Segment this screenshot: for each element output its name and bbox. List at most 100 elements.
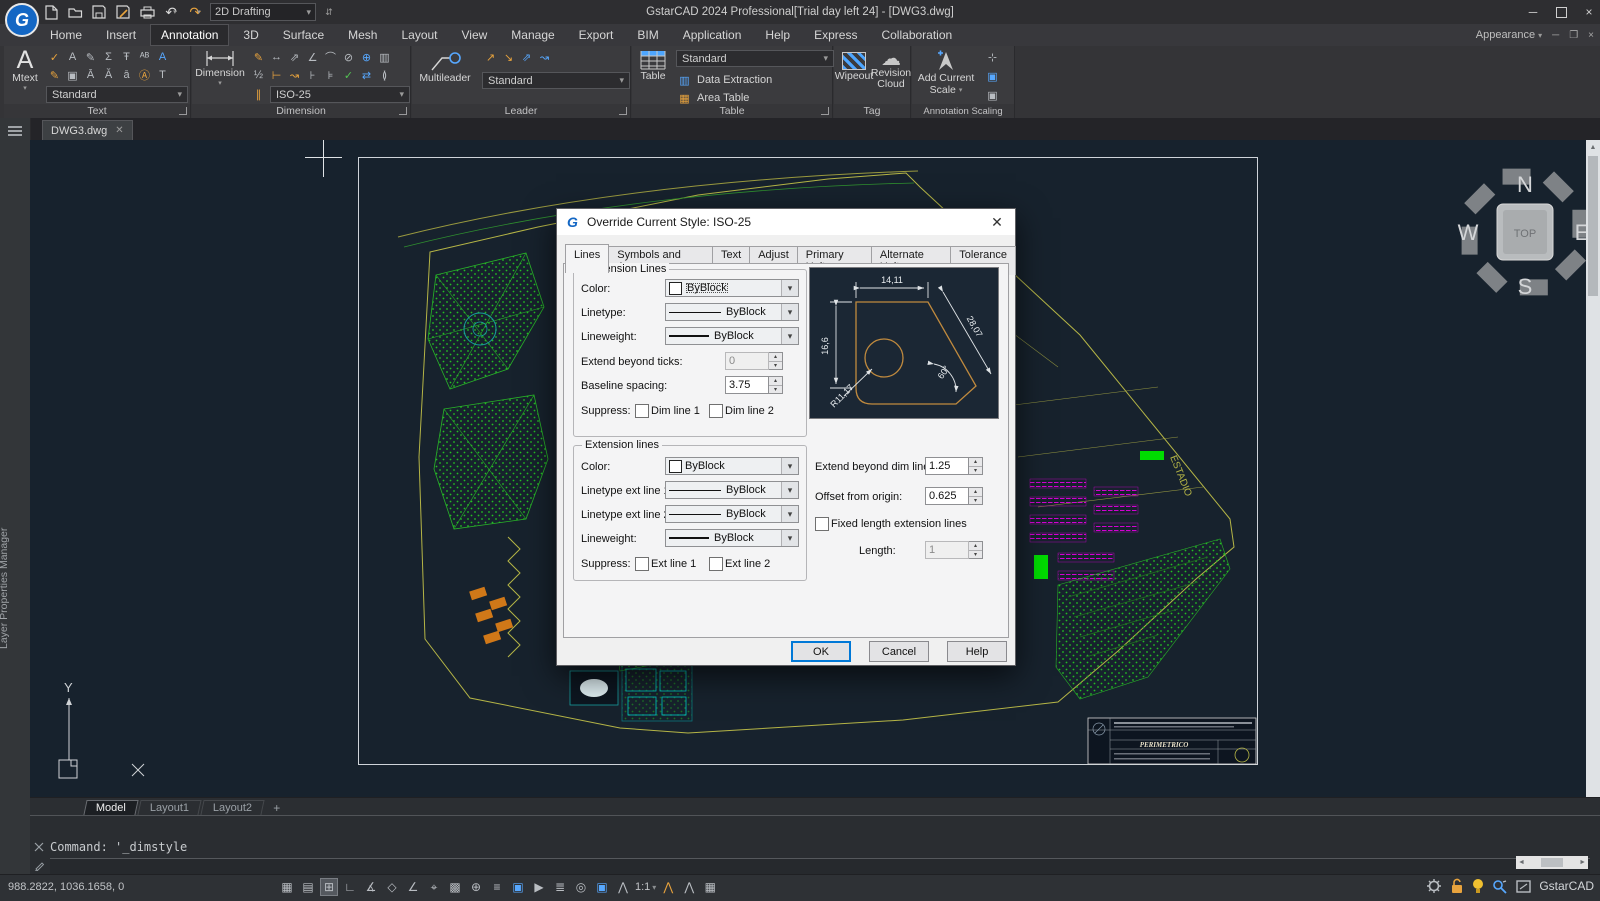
suppress-ext-line-2-checkbox[interactable] [709, 557, 723, 571]
customize-quick-access-icon[interactable]: ⇵ [322, 3, 340, 21]
canvas-vertical-scrollbar[interactable]: ▲ ▼ [1586, 140, 1600, 853]
spinner-buttons[interactable] [969, 541, 983, 559]
settings-gear-icon[interactable] [1426, 878, 1442, 894]
remove-leader-icon[interactable]: ↘ [500, 49, 517, 65]
menu-tab-help[interactable]: Help [755, 25, 800, 45]
object-snap-tracking-icon[interactable]: ∠ [404, 878, 422, 896]
compass-north[interactable]: N [1517, 172, 1533, 197]
redo-icon[interactable]: ↷ ▾ [186, 3, 204, 21]
dimension-button[interactable]: Dimension ▾ [195, 50, 245, 87]
jog-line-icon[interactable]: ↝ [286, 67, 303, 83]
layer-settings-icon[interactable]: ≣ [551, 878, 569, 896]
scroll-up-icon[interactable]: ▲ [1586, 140, 1600, 154]
revision-cloud-button[interactable]: ☁ Revision Cloud [871, 49, 911, 90]
offset-from-origin-field[interactable]: 0.625 [925, 487, 983, 505]
ext-line-1-linetype-combo[interactable]: ByBlock [665, 481, 799, 499]
close-icon[interactable]: × [1582, 5, 1596, 19]
layout-tab-layout1[interactable]: Layout1 [137, 800, 202, 815]
edit-text-icon[interactable]: ✎ [82, 49, 99, 65]
dimension-dialog-launcher-icon[interactable] [399, 107, 407, 115]
spell-check-icon[interactable]: ✓ [46, 49, 63, 65]
scroll-right-icon[interactable]: ► [1579, 859, 1586, 866]
diameter-dimension-icon[interactable]: ⊕ [358, 49, 375, 65]
menu-tab-mesh[interactable]: Mesh [338, 25, 387, 45]
appearance-dropdown[interactable]: Appearance [1476, 29, 1542, 41]
help-button[interactable]: Help [947, 641, 1007, 662]
selection-cycling-icon[interactable]: ▶ [530, 878, 548, 896]
dimension-style-dropdown[interactable]: ISO-25 [270, 86, 410, 103]
add-current-scale-button[interactable]: Add Current Scale ▾ [914, 50, 978, 96]
dimension-matrix-icon[interactable]: ▥ [376, 49, 393, 65]
auto-add-scales-icon[interactable]: ⋀ [659, 878, 677, 896]
wipeout-button[interactable]: Wipeout [835, 52, 873, 82]
spinner-buttons[interactable] [769, 352, 783, 370]
save-icon[interactable] [90, 3, 108, 21]
multileader-button[interactable]: Multileader [416, 50, 474, 84]
app-logo-icon[interactable]: G [5, 3, 39, 37]
table-style-dropdown[interactable]: Standard [676, 50, 834, 67]
extend-beyond-dim-lines-field[interactable]: 1.25 [925, 457, 983, 475]
unlock-icon[interactable] [1450, 878, 1464, 894]
isometric-drafting-icon[interactable]: ◇ [383, 878, 401, 896]
annotation-scale-icon[interactable]: ⋀ [614, 878, 632, 896]
dimstyle-check-icon[interactable]: ✓ [340, 67, 357, 83]
scrollbar-thumb[interactable] [1541, 858, 1563, 867]
grid-display-icon[interactable]: ▦ [278, 878, 296, 896]
document-tab[interactable]: DWG3.dwg ✕ [42, 120, 133, 140]
table-dialog-launcher-icon[interactable] [821, 107, 829, 115]
ext-line-lineweight-combo[interactable]: ByBlock [665, 529, 799, 547]
continue-dimension-icon[interactable]: ⊦ [304, 67, 321, 83]
object-snap-icon[interactable]: ⌖ [425, 878, 443, 896]
fixed-length-extension-checkbox[interactable] [815, 517, 829, 531]
leader-style-dropdown[interactable]: Standard [482, 72, 630, 89]
break-dimension-icon[interactable]: ≬ [376, 67, 393, 83]
menu-tab-application[interactable]: Application [673, 25, 752, 45]
menu-tab-export[interactable]: Export [569, 25, 624, 45]
stack-text-icon[interactable]: Ā [82, 67, 99, 83]
document-close-icon[interactable]: ✕ [115, 125, 123, 136]
ok-button[interactable]: OK [791, 641, 851, 662]
field-icon[interactable]: ▣ [64, 67, 81, 83]
mtext-button[interactable]: A Mtext ▾ [8, 48, 42, 93]
maximize-icon[interactable] [1554, 5, 1568, 19]
add-layout-button[interactable]: + [265, 801, 288, 815]
command-input[interactable] [50, 858, 1590, 875]
spinner-buttons[interactable] [969, 457, 983, 475]
update-dimension-icon[interactable]: ⇄ [358, 67, 375, 83]
tolerance-icon[interactable]: ½ [250, 67, 267, 83]
compass-west[interactable]: W [1458, 220, 1479, 245]
menu-tab-layout[interactable]: Layout [391, 25, 447, 45]
text-frame-icon[interactable]: T [154, 67, 171, 83]
menu-tab-3d[interactable]: 3D [233, 25, 268, 45]
layout-tab-model[interactable]: Model [83, 800, 139, 815]
palette-menu-icon[interactable] [8, 126, 22, 128]
dialog-close-icon[interactable]: ✕ [987, 214, 1007, 231]
numbering-icon[interactable]: Ă [100, 67, 117, 83]
oblique-dimension-icon[interactable]: ∥ [250, 86, 267, 102]
doc-close-icon[interactable]: × [1588, 30, 1594, 41]
add-leader-icon[interactable]: ↗ [482, 49, 499, 65]
clean-screen-icon[interactable] [1516, 879, 1532, 893]
grid-major-icon[interactable]: ▤ [299, 878, 317, 896]
hardware-acceleration-icon[interactable]: ▣ [593, 878, 611, 896]
ext-line-2-linetype-combo[interactable]: ByBlock [665, 505, 799, 523]
doc-restore-icon[interactable]: ❐ [1569, 30, 1578, 41]
spinner-buttons[interactable] [769, 376, 783, 394]
dialog-title-bar[interactable]: G Override Current Style: ISO-25 ✕ [557, 209, 1015, 235]
transparency-icon[interactable]: ▩ [446, 878, 464, 896]
center-snap-icon[interactable]: ⊕ [467, 878, 485, 896]
view-cube[interactable]: TOP N S W E [1455, 162, 1586, 302]
save-as-icon[interactable] [114, 3, 132, 21]
arc-length-dimension-icon[interactable]: ⌒ [322, 49, 339, 65]
menu-tab-insert[interactable]: Insert [96, 25, 146, 45]
text-style-dropdown[interactable]: Standard [46, 86, 188, 103]
snap-mode-icon[interactable]: ⊞ [320, 878, 338, 896]
annotation-visibility-icon[interactable]: ⋀ [680, 878, 698, 896]
annotate-text-icon[interactable]: Ⓐ [136, 67, 153, 83]
new-file-icon[interactable] [42, 3, 60, 21]
layer-properties-manager-tab[interactable]: Layer Properties Manager [0, 498, 28, 678]
collect-leader-icon[interactable]: ↝ [536, 49, 553, 65]
linear-dimension-icon[interactable]: ↔ [268, 49, 285, 65]
menu-tab-manage[interactable]: Manage [501, 25, 564, 45]
suppress-dim-line-2-checkbox[interactable] [709, 404, 723, 418]
